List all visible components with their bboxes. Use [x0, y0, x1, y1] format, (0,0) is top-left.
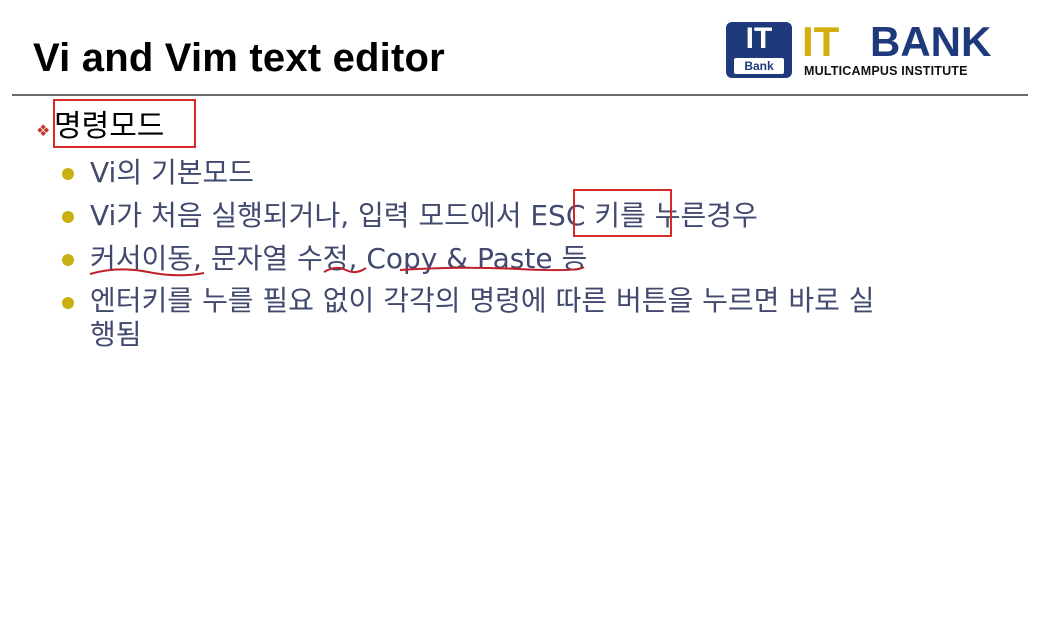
itbank-logo: IT Bank IT BANK MULTICAMPUS INSTITUTE [726, 18, 1022, 82]
bullet-dot-icon [62, 297, 74, 309]
bullet-item-4-line-1: 엔터키를 누를 필요 없이 각각의 명령에 따른 버튼을 누르면 바로 실 [90, 284, 875, 317]
bullet-dot-icon [62, 168, 74, 180]
logo-wordmark-it: IT [802, 18, 840, 65]
slide-title: Vi and Vim text editor [33, 36, 445, 80]
edit-underline [323, 266, 367, 274]
cursor-move-underline [89, 268, 205, 277]
bullet-item-1: Vi의 기본모드 [90, 156, 255, 189]
logo-wordmark-bank: BANK [870, 18, 992, 65]
bullet-dot-icon [62, 254, 74, 266]
logo-badge: IT Bank [726, 22, 792, 78]
diamond-bullet-icon: ❖ [36, 121, 51, 140]
title-divider [12, 94, 1028, 96]
copy-paste-underline [399, 266, 585, 272]
logo-badge-it: IT [745, 22, 773, 55]
bullet-dot-icon [62, 211, 74, 223]
heading-highlight-box [53, 99, 196, 148]
logo-subtitle: MULTICAMPUS INSTITUTE [804, 64, 968, 78]
esc-key-highlight-box [573, 189, 672, 237]
logo-badge-bank: Bank [734, 58, 784, 74]
bullet-item-4-line-2: 행됨 [90, 318, 142, 351]
